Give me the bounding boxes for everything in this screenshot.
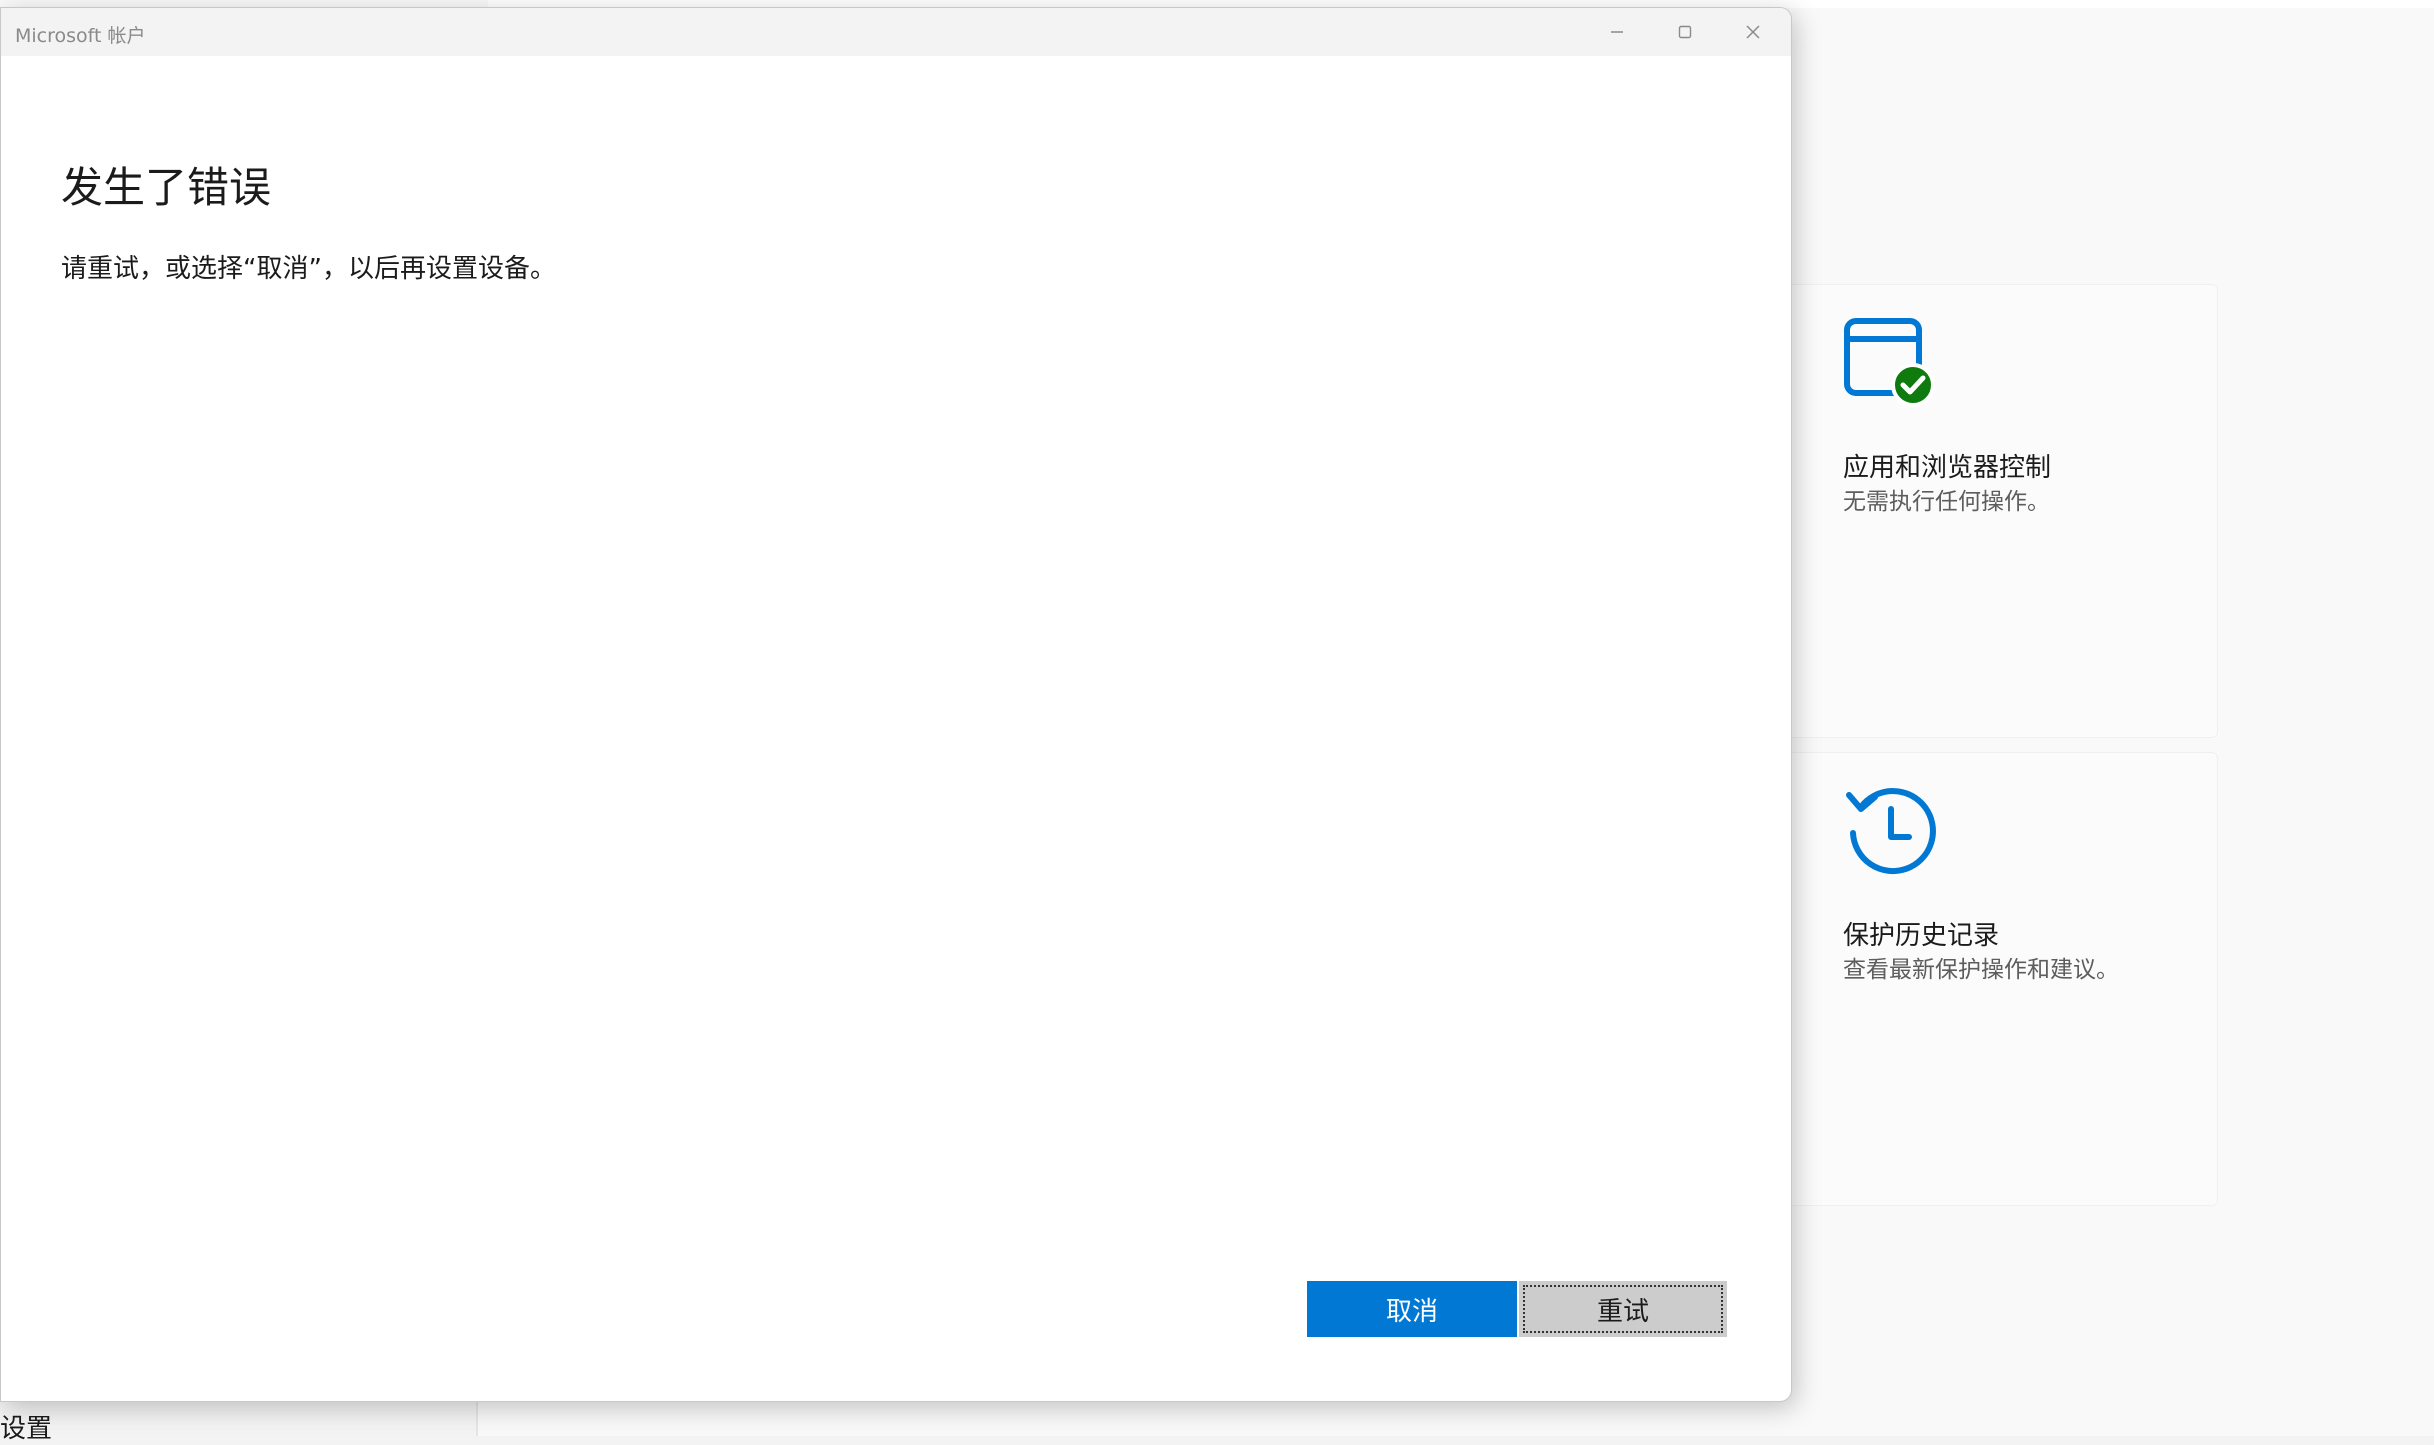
cancel-button[interactable]: 取消 [1307, 1281, 1517, 1337]
tile-subtitle: 无需执行任何操作。 [1843, 489, 2050, 515]
tile-app-browser-control[interactable]: 应用和浏览器控制 无需执行任何操作。 [1786, 284, 2218, 738]
minimize-button[interactable] [1583, 8, 1651, 56]
tile-title: 保护历史记录 [1843, 921, 2000, 951]
error-heading: 发生了错误 [61, 163, 272, 212]
minimize-icon [1611, 31, 1623, 33]
protection-history-icon [1846, 788, 1936, 875]
tile-protection-history[interactable]: 保护历史记录 查看最新保护操作和建议。 [1786, 752, 2218, 1206]
microsoft-account-dialog: Microsoft 帐户 发生了错误 请重试，或选择“取消”，以后再设置设备。 … [0, 7, 1792, 1402]
close-button[interactable] [1719, 8, 1787, 56]
retry-button[interactable]: 重试 [1519, 1281, 1727, 1337]
error-message: 请重试，或选择“取消”，以后再设置设备。 [61, 254, 556, 284]
nav-item-settings[interactable]: 设置 [0, 1408, 52, 1445]
window-title: Microsoft 帐户 [15, 25, 146, 47]
close-icon [1746, 25, 1760, 39]
app-browser-control-icon [1844, 318, 1935, 407]
title-bar[interactable]: Microsoft 帐户 [1, 8, 1791, 56]
maximize-icon [1678, 25, 1692, 39]
tile-subtitle: 查看最新保护操作和建议。 [1843, 957, 2119, 983]
maximize-button[interactable] [1651, 8, 1719, 56]
tile-title: 应用和浏览器控制 [1843, 453, 2052, 483]
